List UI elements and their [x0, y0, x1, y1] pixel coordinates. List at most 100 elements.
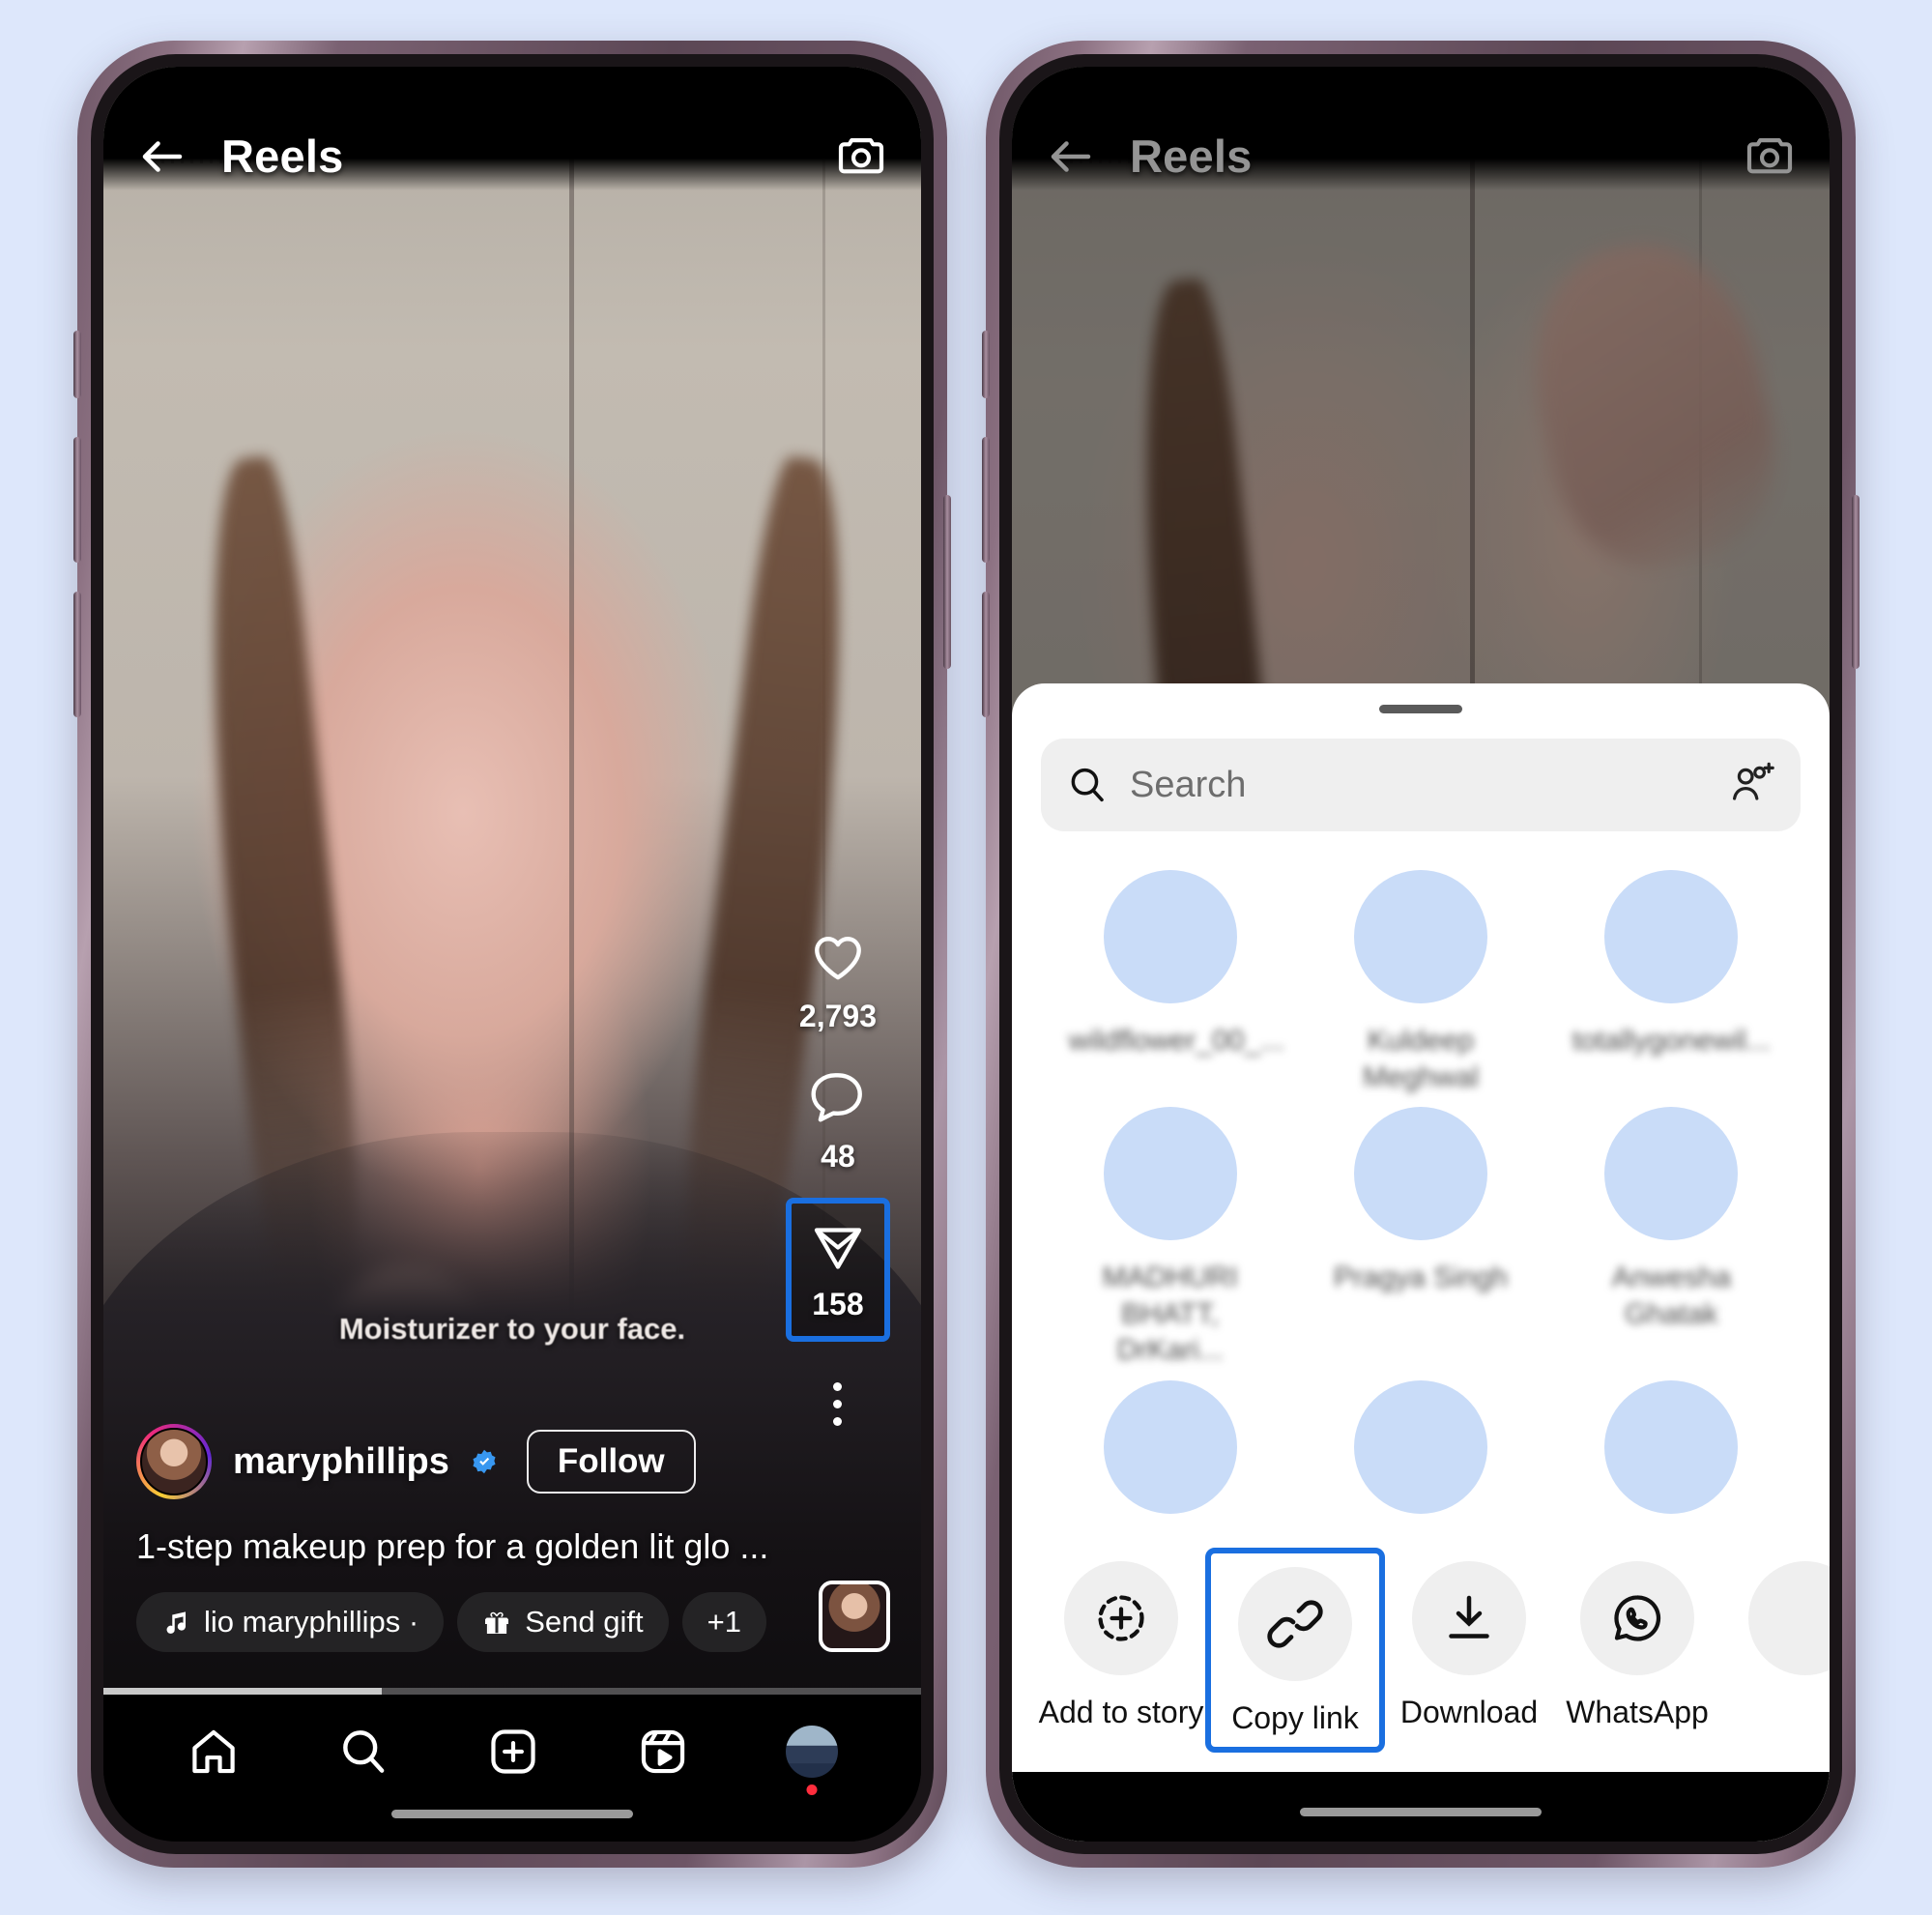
right-phone-device: Reels Search wildflower_00_... Kuldeep M…	[982, 41, 1860, 1868]
reel-caption[interactable]: 1-step makeup prep for a golden lit glo …	[136, 1526, 776, 1567]
reel-meta: maryphillips Follow 1-step makeup prep f…	[136, 1424, 776, 1652]
copy-link-label: Copy link	[1231, 1700, 1359, 1735]
follow-button[interactable]: Follow	[526, 1430, 696, 1494]
left-phone-device: Reels Moisturizer to your face. 2,793 48	[73, 41, 951, 1868]
music-note-icon	[166, 1611, 187, 1634]
home-indicator	[1300, 1808, 1542, 1816]
heart-icon	[815, 937, 861, 980]
contact-item[interactable]: MADHURI BHATT, DrKari...	[1045, 1107, 1295, 1369]
link-icon	[1238, 1567, 1352, 1681]
sheet-drag-handle[interactable]	[1379, 705, 1462, 713]
gift-icon	[485, 1611, 509, 1634]
contact-name: Pragya Singh	[1333, 1262, 1509, 1293]
send-gift-label: Send gift	[525, 1605, 644, 1639]
audio-chip-label: lio maryphillips ·	[204, 1605, 419, 1639]
back-arrow-icon[interactable]	[136, 131, 188, 183]
username[interactable]: maryphillips	[233, 1441, 449, 1483]
add-to-story-label: Add to story	[1038, 1695, 1204, 1729]
whatsapp-label: WhatsApp	[1566, 1695, 1709, 1729]
comment-icon	[811, 1073, 862, 1122]
volume-down-button[interactable]	[73, 592, 81, 717]
contact-avatar	[1604, 870, 1739, 1003]
contact-item[interactable]: totallygonewil...	[1546, 870, 1797, 1095]
contact-item[interactable]: wildflower_00_...	[1045, 870, 1295, 1095]
contact-item[interactable]	[1295, 1379, 1545, 1533]
reel-action-rail: 2,793 48 158	[784, 917, 892, 1436]
power-button[interactable]	[943, 495, 951, 669]
search-input[interactable]: Search	[1041, 739, 1801, 831]
share-search-row: Search	[1012, 713, 1830, 841]
reel-thumbnail[interactable]	[819, 1581, 890, 1652]
contact-avatar	[1353, 1379, 1487, 1514]
share-sheet: Search wildflower_00_... Kuldeep Meghwal…	[1012, 683, 1830, 1842]
more-apps-icon	[1748, 1561, 1830, 1675]
reel-chips: lio maryphillips · Send gift +1	[136, 1592, 776, 1652]
whatsapp-icon	[1580, 1561, 1694, 1675]
verified-badge-icon	[473, 1449, 496, 1474]
contact-avatar	[1604, 1107, 1739, 1240]
left-phone-screen: Reels Moisturizer to your face. 2,793 48	[103, 67, 921, 1842]
search-icon[interactable]	[336, 1725, 390, 1779]
contact-avatar	[1103, 1107, 1237, 1240]
contact-name: wildflower_00_...	[1068, 1025, 1285, 1057]
home-indicator	[391, 1810, 633, 1818]
copy-link-button[interactable]: Copy link	[1205, 1548, 1385, 1753]
contact-avatar	[1604, 1379, 1739, 1514]
send-gift-chip[interactable]: Send gift	[457, 1592, 669, 1652]
add-to-story-button[interactable]: Add to story	[1037, 1548, 1205, 1741]
right-phone-screen: Reels Search wildflower_00_... Kuldeep M…	[1012, 67, 1830, 1842]
video-progress-bar[interactable]	[103, 1688, 921, 1695]
left-phone-bezel: Reels Moisturizer to your face. 2,793 48	[91, 54, 934, 1854]
avatar[interactable]	[136, 1424, 212, 1499]
silent-switch[interactable]	[73, 331, 81, 398]
contact-item[interactable]	[1546, 1379, 1797, 1533]
contact-name: Kuldeep Meghwal	[1362, 1025, 1480, 1093]
comment-button[interactable]: 48	[793, 1058, 883, 1184]
volume-up-button[interactable]	[982, 437, 990, 563]
more-vertical-icon[interactable]	[823, 1373, 851, 1436]
contact-item[interactable]: Kuldeep Meghwal	[1295, 870, 1545, 1095]
silent-switch[interactable]	[982, 331, 990, 398]
share-actions-row: Add to story Copy link Download WhatsApp	[1012, 1532, 1830, 1772]
reels-icon[interactable]	[636, 1725, 690, 1779]
account-row: maryphillips Follow	[136, 1424, 776, 1499]
volume-down-button[interactable]	[982, 592, 990, 717]
home-icon[interactable]	[187, 1725, 241, 1779]
power-button[interactable]	[1852, 495, 1860, 669]
whatsapp-button[interactable]: WhatsApp	[1553, 1548, 1721, 1741]
add-to-story-icon	[1064, 1561, 1178, 1675]
profile-avatar[interactable]	[786, 1726, 839, 1778]
contact-item[interactable]	[1045, 1379, 1295, 1533]
volume-up-button[interactable]	[73, 437, 81, 563]
download-label: Download	[1399, 1695, 1539, 1729]
contact-name: Anwesha Ghatak	[1611, 1262, 1732, 1330]
contact-avatar	[1353, 870, 1487, 1003]
screenshot-canvas: Reels Moisturizer to your face. 2,793 48	[0, 0, 1932, 1915]
contact-name: MADHURI BHATT, DrKari...	[1102, 1262, 1238, 1366]
more-apps-button[interactable]	[1721, 1548, 1830, 1704]
add-people-icon[interactable]	[1729, 762, 1775, 808]
download-button[interactable]: Download	[1385, 1548, 1553, 1741]
contact-name: totallygonewil...	[1572, 1025, 1771, 1057]
comment-count: 48	[821, 1139, 855, 1174]
contact-item[interactable]: Anwesha Ghatak	[1546, 1107, 1797, 1369]
contact-item[interactable]: Pragya Singh	[1295, 1107, 1545, 1369]
share-paperplane-icon	[814, 1228, 862, 1269]
search-placeholder: Search	[1130, 764, 1247, 805]
more-chip[interactable]: +1	[681, 1592, 766, 1652]
right-phone-bezel: Reels Search wildflower_00_... Kuldeep M…	[999, 54, 1842, 1854]
download-icon	[1412, 1561, 1526, 1675]
share-button[interactable]: 158	[785, 1198, 890, 1342]
contact-avatar	[1353, 1107, 1487, 1240]
search-icon	[1071, 768, 1104, 802]
share-count: 158	[812, 1287, 864, 1321]
bottom-navbar	[103, 1695, 921, 1842]
like-button[interactable]: 2,793	[784, 917, 892, 1044]
reels-topbar: Reels	[103, 67, 921, 190]
audio-chip[interactable]: lio maryphillips ·	[136, 1592, 445, 1652]
contact-avatar	[1103, 1379, 1237, 1514]
page-title: Reels	[221, 131, 344, 182]
create-plus-icon[interactable]	[486, 1725, 540, 1779]
like-count: 2,793	[798, 999, 877, 1033]
camera-icon[interactable]	[834, 129, 888, 183]
